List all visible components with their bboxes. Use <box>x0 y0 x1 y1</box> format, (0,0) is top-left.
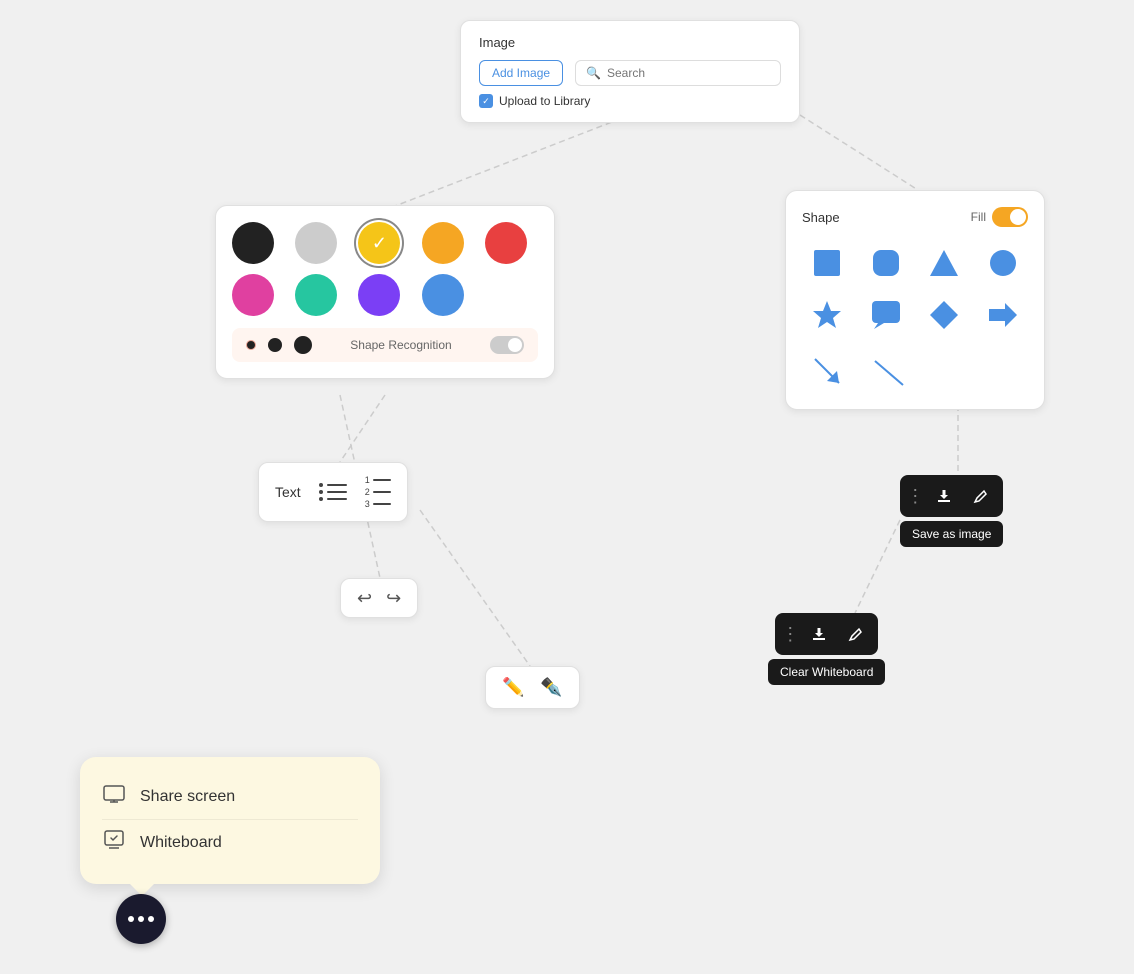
download-button-2[interactable] <box>802 617 836 651</box>
save-as-image-tooltip: Save as image <box>900 521 1003 547</box>
undo-redo-panel: ↩ ↪ <box>340 578 418 618</box>
shape-triangle[interactable] <box>919 241 969 285</box>
shape-panel: Shape Fill <box>785 190 1045 410</box>
color-panel: ✓ Shape Recognition <box>215 205 555 379</box>
upload-label: Upload to Library <box>499 94 590 108</box>
shape-diamond[interactable] <box>919 293 969 337</box>
stroke-large[interactable] <box>294 336 312 354</box>
shape-diagonal-arrow[interactable] <box>802 349 852 393</box>
color-teal[interactable] <box>295 274 337 316</box>
shape-grid <box>802 241 1028 337</box>
draw-panel: ✏️ ✒️ <box>485 666 580 709</box>
color-pink[interactable] <box>232 274 274 316</box>
more-options-icon[interactable]: ⋮ <box>906 486 925 507</box>
shape-speech-bubble[interactable] <box>861 293 911 337</box>
shape-square[interactable] <box>802 241 852 285</box>
color-blue[interactable] <box>422 274 464 316</box>
redo-button[interactable]: ↪ <box>386 589 401 607</box>
stroke-sizes <box>246 336 312 354</box>
upload-checkbox[interactable]: ✓ <box>479 94 493 108</box>
image-panel-title: Image <box>479 35 781 50</box>
bullet-list-button[interactable] <box>319 483 347 501</box>
stroke-medium[interactable] <box>268 338 282 352</box>
whiteboard-icon <box>102 830 126 856</box>
stroke-row: Shape Recognition <box>232 328 538 362</box>
pencil-icon[interactable]: ✏️ <box>502 677 524 698</box>
color-orange[interactable] <box>422 222 464 264</box>
shape-star[interactable] <box>802 293 852 337</box>
shape-arrow[interactable] <box>978 293 1028 337</box>
share-screen-icon <box>102 785 126 809</box>
text-label: Text <box>275 484 301 500</box>
eraser-icon[interactable]: ✒️ <box>540 677 562 698</box>
shape-rec-label: Shape Recognition <box>350 338 451 352</box>
color-yellow[interactable]: ✓ <box>358 222 400 264</box>
image-panel: Image Add Image 🔍 ✓ Upload to Library <box>460 20 800 123</box>
color-gray[interactable] <box>295 222 337 264</box>
eraser-button-1[interactable] <box>963 479 997 513</box>
color-grid: ✓ <box>232 222 538 316</box>
search-input[interactable] <box>607 66 770 80</box>
whiteboard-item[interactable]: Whiteboard <box>102 819 358 866</box>
color-red[interactable] <box>485 222 527 264</box>
shape-circle[interactable] <box>978 241 1028 285</box>
add-image-button[interactable]: Add Image <box>479 60 563 86</box>
numbered-list-button[interactable]: 1 2 3 <box>365 475 391 509</box>
shape-panel-title: Shape <box>802 210 840 225</box>
fill-label: Fill <box>971 210 986 224</box>
save-image-toolbar: ⋮ Save as image <box>900 475 1003 547</box>
share-screen-item[interactable]: Share screen <box>102 775 358 819</box>
clear-whiteboard-toolbar: ⋮ Clear Whiteboard <box>768 613 885 685</box>
toolbar-buttons-1: ⋮ <box>900 475 1003 517</box>
eraser-button-2[interactable] <box>838 617 872 651</box>
toolbar-buttons-2: ⋮ <box>775 613 878 655</box>
fill-row: Fill <box>971 207 1028 227</box>
clear-whiteboard-tooltip: Clear Whiteboard <box>768 659 885 685</box>
shape-line-row <box>802 345 1028 393</box>
download-button-1[interactable] <box>927 479 961 513</box>
chat-button[interactable] <box>116 894 166 944</box>
search-icon: 🔍 <box>586 66 601 80</box>
shape-rounded-rect[interactable] <box>861 241 911 285</box>
undo-button[interactable]: ↩ <box>357 589 372 607</box>
stroke-small[interactable] <box>246 340 256 350</box>
menu-popup: Share screen Whiteboard <box>80 757 380 884</box>
shape-panel-header: Shape Fill <box>802 207 1028 227</box>
whiteboard-label: Whiteboard <box>140 834 222 852</box>
search-box: 🔍 <box>575 60 781 86</box>
fill-toggle[interactable] <box>992 207 1028 227</box>
shape-line[interactable] <box>864 349 914 393</box>
shape-recognition-toggle[interactable] <box>490 336 524 354</box>
color-black[interactable] <box>232 222 274 264</box>
chat-dots-icon <box>128 916 154 922</box>
more-options-icon-2[interactable]: ⋮ <box>781 624 800 645</box>
color-purple[interactable] <box>358 274 400 316</box>
share-screen-label: Share screen <box>140 788 235 806</box>
text-panel: Text 1 2 3 <box>258 462 408 522</box>
